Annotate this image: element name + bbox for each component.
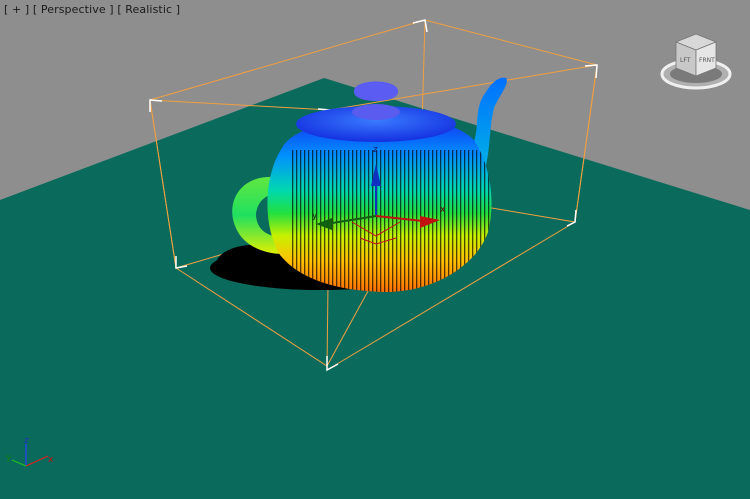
gizmo-z-label: z [373,145,378,155]
perspective-viewport[interactable]: z x y [ + ] [ Perspective ] [ Realistic … [0,0,750,499]
tripod-x-label: x [48,455,54,465]
viewcube-left-label: LFT [680,57,691,64]
viewport-shading-menu[interactable]: [ Realistic ] [117,3,180,16]
gizmo-y-label: y [312,211,318,221]
gizmo-x-label: x [440,205,446,215]
viewport-plus-menu[interactable]: [ + ] [4,3,29,16]
tripod-z-label: z [24,436,29,446]
viewcube-front-label: FRNT [699,57,715,64]
tripod-y-label: y [6,453,12,463]
viewport-point-of-view-menu[interactable]: [ Perspective ] [33,3,114,16]
viewport-label-menu: [ + ] [ Perspective ] [ Realistic ] [4,3,180,16]
teapot-knob[interactable] [353,81,399,102]
world-axis-tripod: z x y [6,436,54,467]
viewport-scene[interactable]: z x y [0,0,750,499]
viewcube[interactable]: LFT FRNT [660,30,732,92]
